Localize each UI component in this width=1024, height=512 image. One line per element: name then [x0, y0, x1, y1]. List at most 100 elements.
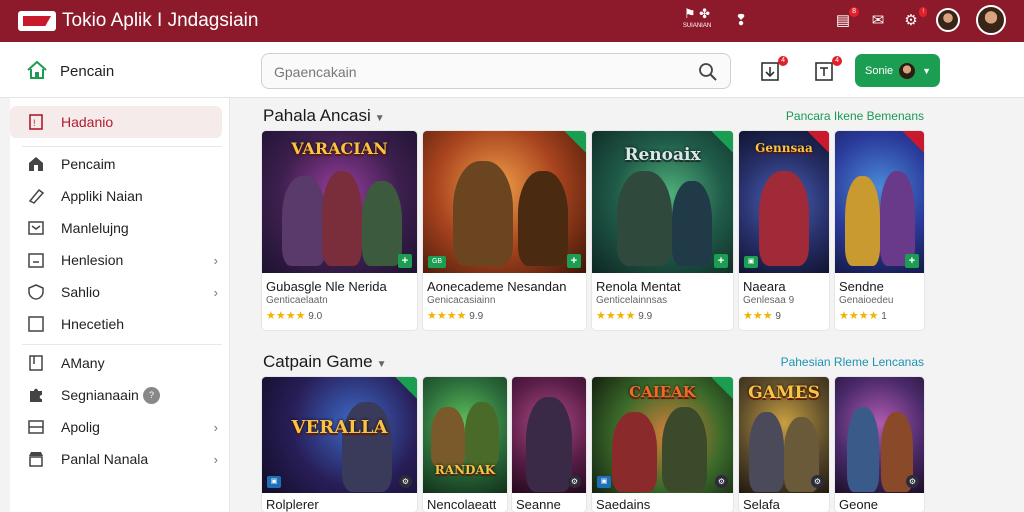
divider — [22, 344, 222, 345]
settings-icon[interactable]: ⚙ — [399, 475, 412, 488]
inbox-icon — [28, 221, 44, 235]
game-thumbnail: CAIEAK ▣ ⚙ — [592, 377, 733, 493]
game-name: Rolplerer — [266, 497, 319, 512]
rating-value: 9 — [775, 311, 781, 322]
tag-icon — [28, 188, 45, 204]
inbox-icon[interactable]: ✉ — [867, 10, 889, 32]
sidebar-item-label: Henlesion — [61, 252, 124, 268]
sidebar-item-label: Apolig — [61, 419, 100, 435]
game-name: Renola Mentat — [596, 279, 681, 294]
mail-button[interactable]: ▤ 8 — [832, 7, 859, 32]
sidebar-item-history[interactable]: Hnecetieh — [10, 308, 222, 340]
store-shortcut-label: SUIANIAN — [682, 23, 712, 29]
sidebar-item-library[interactable]: AMany — [10, 347, 222, 379]
sidebar-item-label: Hnecetieh — [61, 316, 125, 332]
square-icon — [28, 316, 44, 332]
sidebar-item-apps[interactable]: Appliki Naian — [10, 180, 222, 212]
downloads-button[interactable]: 4 — [758, 56, 788, 84]
game-card[interactable]: GAMES ⚙ Selafa — [739, 377, 829, 512]
shield-icon — [28, 284, 44, 300]
game-thumbnail: Gennsaa ▣ — [739, 131, 829, 273]
nav-label[interactable]: Pencain — [60, 63, 114, 80]
library-button[interactable]: 4 — [812, 56, 842, 84]
game-rating: ★★★ 9 — [743, 309, 781, 322]
sidebar-item-label: Pencaim — [61, 156, 116, 172]
game-card[interactable]: ⚙ Seanne — [512, 377, 586, 512]
add-icon[interactable]: + — [567, 254, 581, 268]
game-card[interactable]: CAIEAK ▣ ⚙ Saedains — [592, 377, 733, 512]
user-avatar[interactable] — [976, 5, 1006, 35]
game-thumbnail: GAMES ⚙ — [739, 377, 829, 493]
sidebar: ! Hadanio Pencaim Appliki Naian Manleluj… — [10, 98, 230, 512]
home-icon[interactable] — [26, 60, 48, 80]
sidebar-item-home[interactable]: ! Hadanio — [10, 106, 222, 138]
game-name: Naeara — [743, 279, 786, 294]
add-icon[interactable]: + — [714, 254, 728, 268]
sidebar-item-apply[interactable]: Apolig › — [10, 411, 222, 443]
game-card[interactable]: VERALLA ▣ ⚙ Rolplerer — [262, 377, 417, 512]
game-name: Selafa — [743, 497, 780, 512]
app-title: Tokio Aplik I Jndagsiain — [62, 10, 259, 31]
rating-value: 9.9 — [469, 311, 484, 322]
search-icon[interactable] — [698, 62, 718, 82]
platform-badge: ▣ — [744, 256, 758, 268]
game-card[interactable]: + Sendne Genaioedeu ★★★★ 1 — [835, 131, 924, 330]
settings-icon[interactable]: ⚙ — [715, 475, 728, 488]
sidebar-item-security[interactable]: Sahlio › — [10, 276, 222, 308]
section-link[interactable]: Pancara Ikene Bemenans — [786, 109, 924, 123]
platform-badge: ▣ — [267, 476, 281, 488]
game-rating: ★★★★ 9.0 — [266, 309, 322, 322]
game-name: Seanne — [516, 497, 561, 512]
game-card[interactable]: VARACIAN + Gubasgle Nle Nerida Genticael… — [262, 131, 417, 330]
settings-icon[interactable]: ⚙ — [568, 475, 581, 488]
game-card[interactable]: RANDAK Nencolaeatt — [423, 377, 507, 512]
new-tag — [711, 377, 733, 399]
section-title-text: Catpain Game — [263, 352, 373, 371]
rating-value: 1 — [881, 311, 887, 322]
sidebar-item-browse[interactable]: Pencaim — [10, 148, 222, 180]
sidebar-item-extensions[interactable]: Segnianaain ? — [10, 379, 222, 411]
game-card[interactable]: ⚙ Geone — [835, 377, 924, 512]
chevron-down-icon: ▼ — [922, 65, 932, 76]
store-front-icon — [29, 452, 43, 467]
search-input[interactable] — [274, 62, 674, 82]
section-title[interactable]: Catpain Game ▼ — [263, 352, 387, 372]
sidebar-item-panel[interactable]: Panlal Nanala › — [10, 443, 222, 475]
game-card[interactable]: GB + Aonecademe Nesandan Genicacasiainn … — [423, 131, 586, 330]
header-bar: Pencain 4 4 Sonie ▼ — [0, 42, 1024, 98]
section-title[interactable]: Pahala Ancasi ▼ — [263, 106, 385, 126]
game-name: Gubasgle Nle Nerida — [266, 279, 387, 294]
platform-badge: ▣ — [597, 476, 611, 488]
search-box[interactable] — [261, 53, 731, 89]
account-button[interactable]: Sonie ▼ — [855, 54, 940, 87]
game-card[interactable]: Renoaix + Renola Mentat Genticelainnsas … — [592, 131, 733, 330]
settings-icon[interactable]: ⚙! — [900, 7, 927, 32]
add-icon[interactable]: + — [905, 254, 919, 268]
help-icon[interactable]: ❢ — [730, 10, 752, 32]
help-badge: ? — [143, 386, 160, 404]
game-thumbnail: + — [835, 131, 924, 273]
settings-icon[interactable]: ⚙ — [811, 475, 824, 488]
store-shortcut[interactable]: ⚑ ✤ SUIANIAN — [674, 6, 720, 36]
rating-stars: ★★★★ — [596, 310, 636, 322]
game-card[interactable]: Gennsaa ▣ Naeara Genlesaa 9 ★★★ 9 — [739, 131, 829, 330]
game-thumbnail: ⚙ — [512, 377, 586, 493]
book-icon — [29, 355, 43, 371]
sidebar-item-collections[interactable]: Henlesion › — [10, 244, 222, 276]
settings-icon[interactable]: ⚙ — [906, 475, 919, 488]
friend-avatar[interactable] — [936, 8, 960, 32]
sale-tag — [902, 131, 924, 153]
add-icon[interactable]: + — [398, 254, 412, 268]
divider — [22, 146, 222, 147]
app-logo[interactable] — [18, 11, 56, 31]
sidebar-item-label: Sahlio — [61, 284, 100, 300]
chevron-right-icon: › — [213, 451, 218, 467]
section-link[interactable]: Pahesian Rleme Lencanas — [781, 355, 924, 369]
game-genre: Genaioedeu — [839, 295, 894, 306]
rating-stars: ★★★ — [743, 310, 773, 322]
chevron-right-icon: › — [213, 419, 218, 435]
game-thumbnail: VARACIAN + — [262, 131, 417, 273]
downloads-badge: 4 — [778, 56, 788, 66]
sidebar-item-wishlist[interactable]: Manlelujng — [10, 212, 222, 244]
svg-text:!: ! — [33, 118, 36, 128]
